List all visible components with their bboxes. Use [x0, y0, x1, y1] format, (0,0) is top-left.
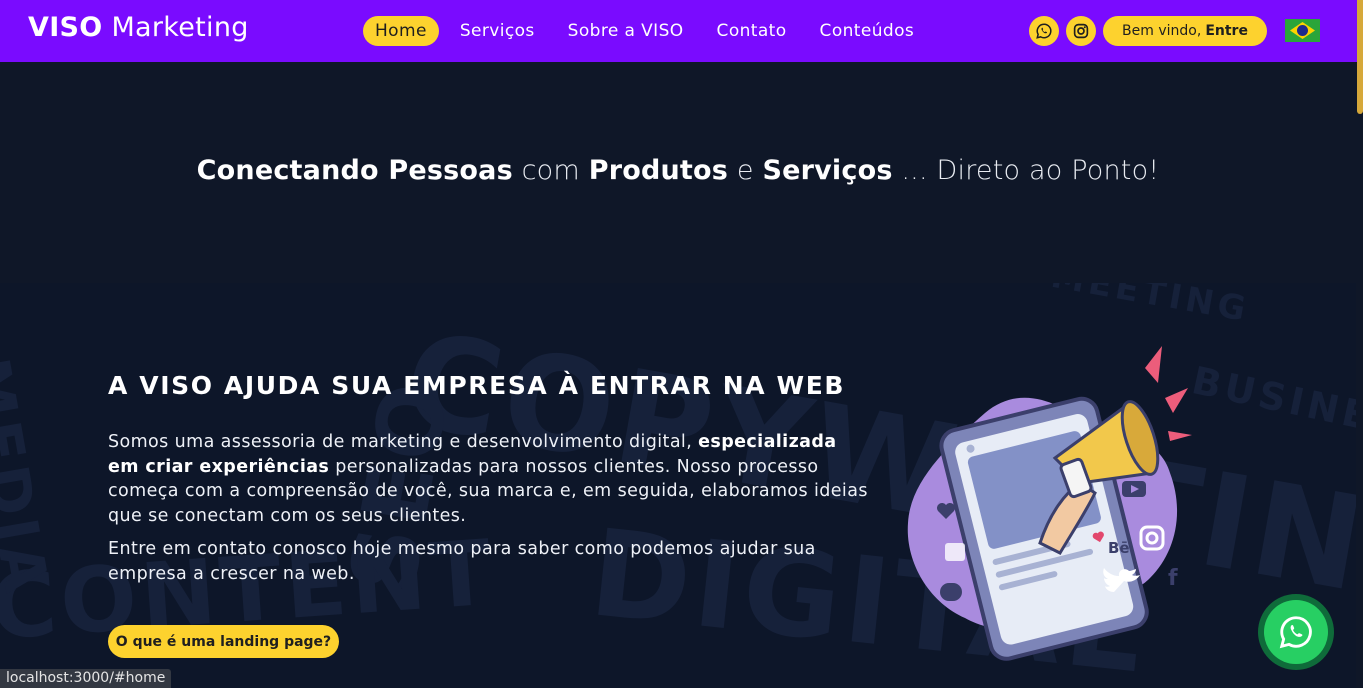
- background-word: MEDIA: [0, 353, 62, 601]
- login-prefix: Bem vindo,: [1122, 23, 1202, 39]
- tagline-part: com: [512, 155, 589, 186]
- hero-paragraph-1: Somos uma assessoria de marketing e dese…: [108, 430, 868, 528]
- link-status-bar: localhost:3000/#home: [0, 669, 172, 688]
- hero-title-bold: VISO: [139, 371, 214, 400]
- brazil-flag-icon[interactable]: [1285, 19, 1320, 42]
- nav-home[interactable]: Home: [363, 16, 439, 46]
- main-nav: Home Serviços Sobre a VISO Contato Conte…: [363, 16, 935, 46]
- instagram-icon: [1073, 23, 1089, 39]
- tagline-part: e: [728, 155, 763, 186]
- top-navbar: VISO Marketing Home Serviços Sobre a VIS…: [0, 0, 1363, 62]
- nav-servicos[interactable]: Serviços: [448, 16, 547, 46]
- whatsapp-icon: [1279, 616, 1312, 649]
- svg-text:f: f: [1168, 566, 1178, 591]
- megaphone-phone-illustration: Bē f: [907, 346, 1192, 661]
- login-action: Entre: [1205, 23, 1248, 39]
- brand-name-bold: VISO: [28, 12, 103, 43]
- login-button[interactable]: Bem vindo, Entre: [1103, 16, 1267, 46]
- floating-whatsapp-button[interactable]: [1258, 594, 1334, 670]
- tagline-part: Conectando Pessoas: [196, 155, 513, 186]
- hero-section: COPYWRITING MEETING DIGITAL SEO CONTENT …: [0, 283, 1356, 688]
- nav-sobre[interactable]: Sobre a VISO: [556, 16, 696, 46]
- whatsapp-button[interactable]: [1029, 16, 1059, 46]
- instagram-button[interactable]: [1066, 16, 1096, 46]
- tagline-part: Serviços: [762, 155, 893, 186]
- brand-logo[interactable]: VISO Marketing: [28, 12, 249, 43]
- scrollbar-thumb[interactable]: [1357, 0, 1363, 114]
- hero-title-rest: AJUDA SUA EMPRESA À ENTRAR NA WEB: [213, 371, 846, 400]
- whatsapp-icon: [1036, 23, 1052, 39]
- nav-contato[interactable]: Contato: [705, 16, 799, 46]
- hero-title-prefix: A: [108, 371, 140, 400]
- tagline: Conectando Pessoas com Produtos e Serviç…: [0, 155, 1356, 186]
- hero-paragraph-2: Entre em contato conosco hoje mesmo para…: [108, 539, 816, 584]
- hero-p1-start: Somos uma assessoria de marketing e dese…: [108, 432, 699, 452]
- landing-page-button[interactable]: O que é uma landing page?: [108, 625, 339, 658]
- background-word: MEETING: [1048, 283, 1253, 331]
- hero-title: A VISO AJUDA SUA EMPRESA À ENTRAR NA WEB: [108, 371, 845, 400]
- svg-text:Bē: Bē: [1108, 539, 1130, 557]
- background-word: BUSINESS: [1188, 358, 1356, 452]
- brand-name-rest: Marketing: [111, 12, 249, 43]
- nav-conteudos[interactable]: Conteúdos: [808, 16, 927, 46]
- tagline-part: ... Direto ao Ponto!: [892, 155, 1160, 186]
- tagline-part: Produtos: [588, 155, 729, 186]
